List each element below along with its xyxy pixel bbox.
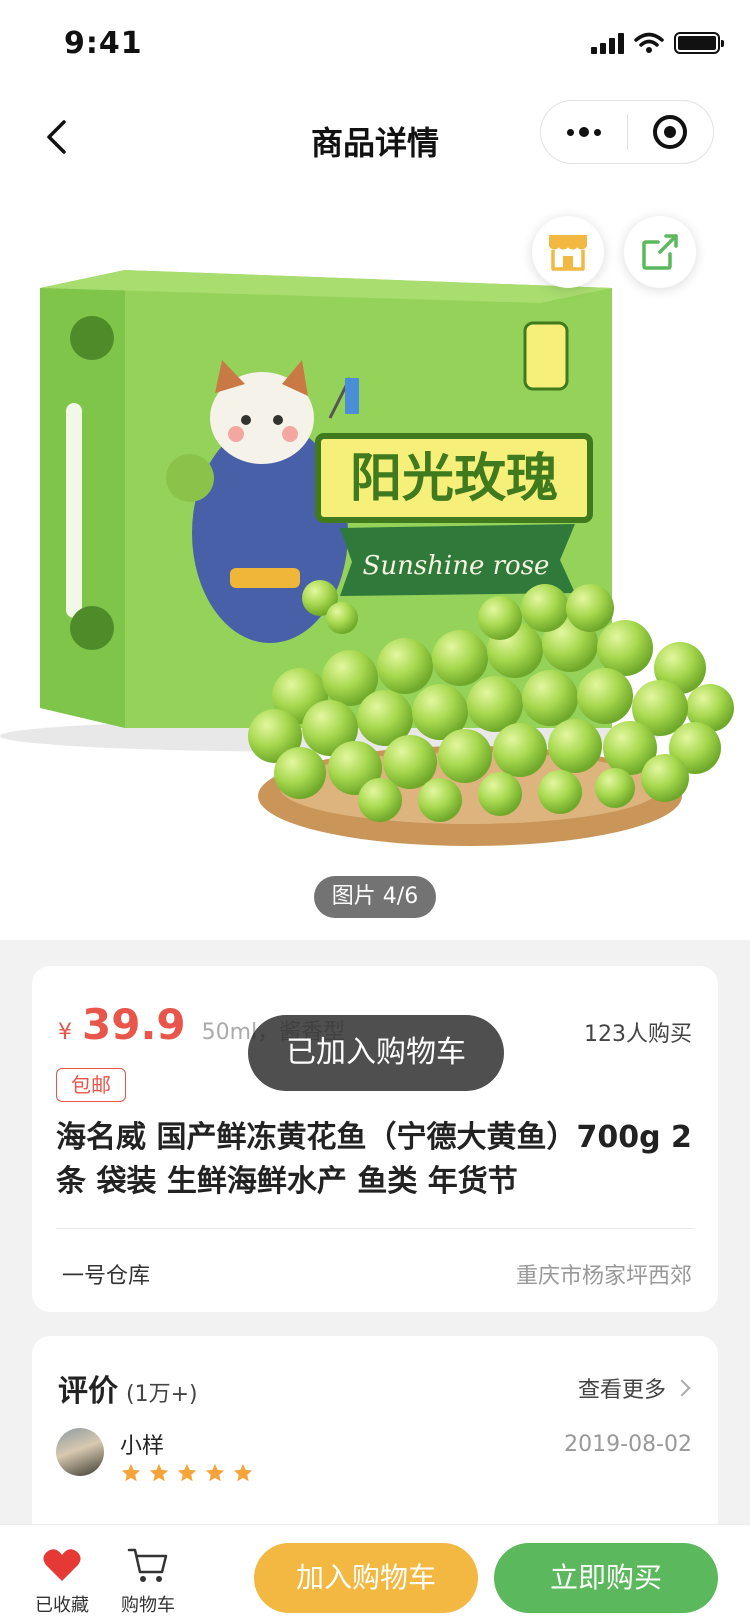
product-image-carousel[interactable]: 阳光玫瑰 Sunshine rose 图片 4/6 <box>0 188 750 940</box>
favorite-button[interactable]: 已收藏 <box>22 1545 102 1617</box>
star-icon <box>121 1463 141 1482</box>
bottom-action-bar: 已收藏 购物车 加入购物车 立即购买 <box>0 1524 750 1624</box>
sold-count: 123人购买 <box>584 1022 692 1047</box>
favorite-label: 已收藏 <box>35 1595 89 1616</box>
nav-bar: 商品详情 <box>0 88 750 188</box>
wifi-icon <box>634 32 664 53</box>
review-rating <box>120 1462 254 1484</box>
avatar[interactable] <box>56 1428 104 1476</box>
more-dots-icon <box>566 127 601 137</box>
box-title-text: 阳光玫瑰 <box>350 449 558 509</box>
see-more-label: 查看更多 <box>577 1378 666 1403</box>
status-bar: 9:41 <box>0 0 750 88</box>
star-icon <box>233 1463 253 1482</box>
signal-icon <box>591 32 624 54</box>
buy-now-button[interactable]: 立即购买 <box>494 1543 718 1613</box>
share-icon <box>642 234 678 270</box>
cart-icon <box>127 1548 168 1582</box>
chevron-right-icon <box>673 1379 691 1397</box>
see-more-link[interactable]: 查看更多 <box>577 1372 691 1404</box>
product-image: 阳光玫瑰 Sunshine rose <box>0 270 734 846</box>
image-counter: 图片 4/6 <box>314 876 436 918</box>
heart-icon <box>43 1549 81 1581</box>
divider <box>56 1228 694 1229</box>
star-icon <box>149 1463 169 1482</box>
currency-symbol: ¥ <box>58 1020 72 1045</box>
store-icon <box>549 235 587 271</box>
product-title: 海名威 国产鲜冻黄花鱼（宁德大黄鱼）700g 2条 袋装 生鲜海鲜水产 鱼类 年… <box>56 1120 692 1199</box>
added-to-cart-toast: 已加入购物车 <box>248 1015 504 1091</box>
star-icon <box>177 1463 197 1482</box>
star-icon <box>205 1463 225 1482</box>
review-date: 2019-08-02 <box>564 1432 692 1457</box>
box-subtitle-text: Sunshine rose <box>363 551 550 581</box>
add-to-cart-button[interactable]: 加入购物车 <box>254 1543 478 1613</box>
reviews-count: (1万+) <box>126 1382 198 1407</box>
share-button[interactable] <box>624 216 696 288</box>
mini-program-capsule <box>540 100 714 164</box>
reviewer-name: 小样 <box>120 1434 165 1459</box>
warehouse-location: 重庆市杨家坪西郊 <box>515 1264 692 1289</box>
reviews-header: 评价 (1万+) <box>58 1366 198 1410</box>
cart-label: 购物车 <box>121 1595 175 1616</box>
product-price: 39.9 <box>82 1000 186 1049</box>
battery-icon <box>674 32 724 54</box>
close-mini-program-button[interactable] <box>628 101 714 163</box>
shop-button[interactable] <box>532 216 604 288</box>
reviews-title: 评价 <box>58 1374 118 1409</box>
more-menu-button[interactable] <box>541 101 627 163</box>
cart-tab-button[interactable]: 购物车 <box>108 1545 188 1617</box>
warehouse-label: 一号仓库 <box>62 1264 151 1289</box>
status-icons <box>591 32 724 54</box>
status-time: 9:41 <box>64 26 143 61</box>
target-icon <box>653 115 688 149</box>
reviews-card: 评价 (1万+) 查看更多 小样 2019-08-02 <box>32 1336 718 1556</box>
free-shipping-badge: 包邮 <box>56 1068 126 1102</box>
